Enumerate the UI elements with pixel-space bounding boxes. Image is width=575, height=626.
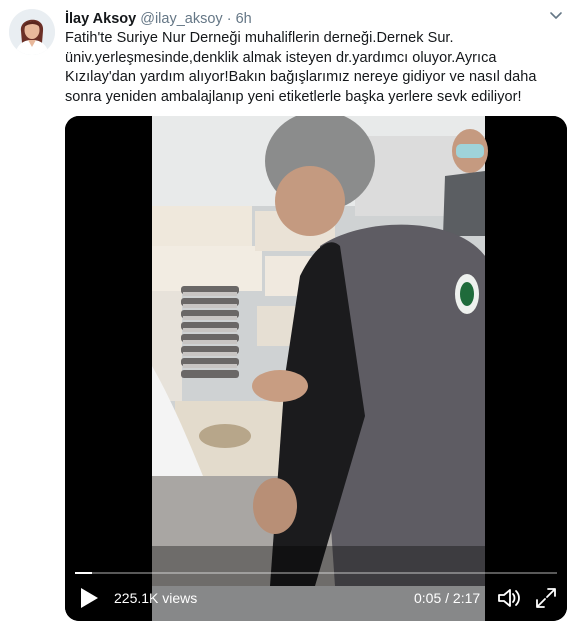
video-player[interactable]: 225.1K views 0:05 / 2:17 [65,116,567,621]
tweet-text-line: Fatih'te Suriye Nur Derneği muhaliflerin… [65,30,454,46]
video-frame [65,116,567,621]
tweet-header: İlay Aksoy @ilay_aksoy · 6h [65,10,252,28]
tweet-text-line: sonra yeniden ambalajlanıp yeni etiketle… [65,88,522,105]
tweet-text-line: Kızılay'dan yardım alıyor!Bakın bağışlar… [65,69,537,85]
video-progress-bar[interactable] [75,572,557,574]
time-separator: / [441,590,453,606]
display-name[interactable]: İlay Aksoy [65,11,136,27]
video-controls: 225.1K views 0:05 / 2:17 [65,575,567,621]
user-handle[interactable]: @ilay_aksoy [140,11,222,27]
chevron-down-icon[interactable] [547,6,565,24]
play-icon[interactable] [79,587,99,609]
duration: 2:17 [452,590,481,606]
separator-dot: · [226,11,232,27]
view-count: 225.1K views [114,590,198,606]
current-time: 0:05 [414,590,442,606]
fullscreen-icon[interactable] [535,587,557,609]
tweet-text-line: üniv.yerleşmesinde,denklik almak isteyen… [65,49,497,66]
tweet-text: Fatih'te Suriye Nur Derneği muhaliflerin… [65,29,565,107]
timestamp[interactable]: 6h [236,11,252,27]
volume-icon[interactable] [497,587,521,609]
video-timecode: 0:05 / 2:17 [414,590,480,607]
avatar[interactable] [9,9,55,55]
tweet[interactable]: İlay Aksoy @ilay_aksoy · 6h Fatih'te Sur… [0,0,575,626]
video-progress-fill [75,572,93,574]
avatar-image [9,9,55,55]
